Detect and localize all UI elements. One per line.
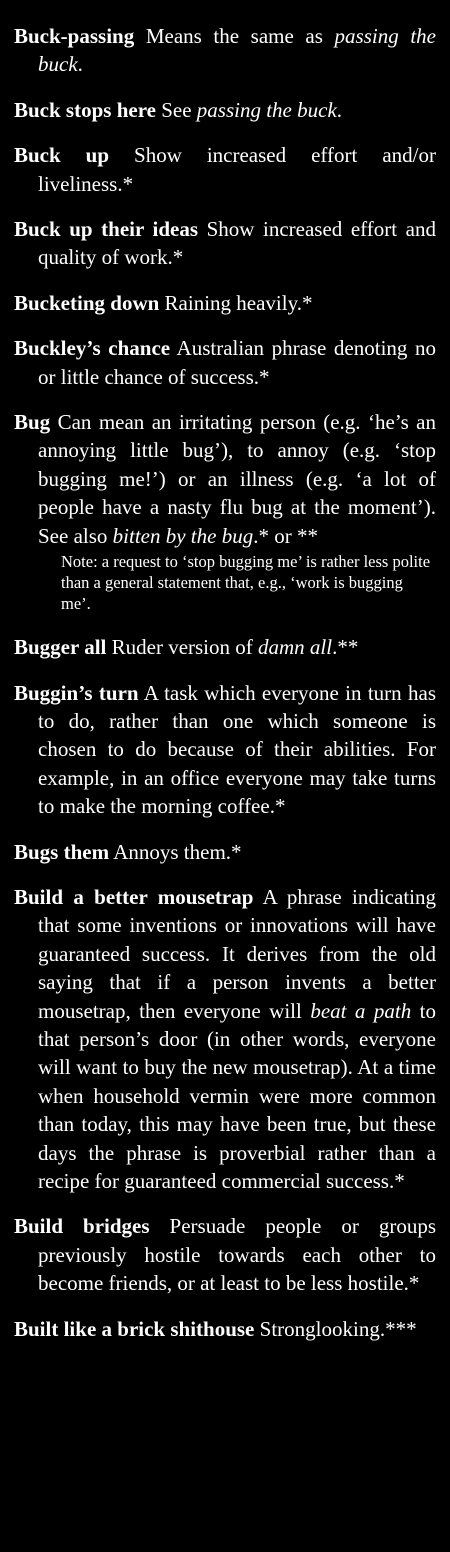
entry-definition: Ruder version of <box>106 635 259 660</box>
entry-term: Build bridges <box>14 1214 150 1239</box>
dictionary-entry: Buggin’s turn A task which everyone in t… <box>14 679 436 821</box>
entry-cross-reference: bitten by the bug <box>112 523 254 548</box>
entry-term: Bug <box>14 410 51 435</box>
entry-term: Buggin’s turn <box>14 680 139 705</box>
entry-term: Bugs them <box>14 839 110 864</box>
entry-term: Buck up <box>14 143 110 168</box>
entry-definition: . <box>336 97 343 122</box>
entry-note: Note: a request to ‘stop bugging me’ is … <box>61 552 431 614</box>
entry-term: Bucketing down <box>14 290 160 315</box>
entry-term: Build a better mousetrap <box>14 884 254 909</box>
dictionary-entry: Buck up their ideas Show increased effor… <box>14 215 436 272</box>
entry-term: Buck up their ideas <box>14 217 199 242</box>
dictionary-entry: Buck stops here See passing the buck. <box>14 96 436 124</box>
entry-definition: .** <box>332 635 359 660</box>
entry-definition: Annoys them.* <box>109 839 242 864</box>
dictionary-page: Buck-passing Means the same as passing t… <box>0 0 450 1343</box>
dictionary-entry: Bugger all Ruder version of damn all.** <box>14 633 436 661</box>
dictionary-entry: Build bridges Persuade people or groups … <box>14 1212 436 1297</box>
entry-definition: See <box>155 97 197 122</box>
entry-definition: Strong­looking.*** <box>254 1316 417 1341</box>
entry-definition: Raining heavily.* <box>159 290 313 315</box>
dictionary-entry: Bugs them Annoys them.* <box>14 838 436 866</box>
dictionary-entry: Build a better mousetrap A phrase indi­c… <box>14 883 436 1195</box>
dictionary-entry: Buck-passing Means the same as passing t… <box>14 22 436 79</box>
entry-term: Buckley’s chance <box>14 336 171 361</box>
entry-definition: Means the same as <box>134 24 335 48</box>
dictionary-entry: Buck up Show increased effort and/or liv… <box>14 141 436 198</box>
dictionary-entry: Bug Can mean an irritating person (e.g. … <box>14 408 436 550</box>
dictionary-entry: Built like a brick shithouse Strong­look… <box>14 1315 436 1343</box>
entry-definition: . <box>77 52 83 77</box>
entry-term: Built like a brick shithouse <box>14 1316 255 1341</box>
entry-term: Buck-passing <box>14 24 135 48</box>
entry-term: Bugger all <box>14 635 107 660</box>
entry-term: Buck stops here <box>14 97 156 122</box>
entry-cross-reference: beat a path <box>310 998 412 1023</box>
entry-cross-reference: damn all <box>258 635 333 660</box>
entry-cross-reference: passing the buck <box>196 97 337 122</box>
entry-definition: to that person’s door (in other words, e… <box>38 998 436 1193</box>
dictionary-entry: Bucketing down Raining heavily.* <box>14 289 436 317</box>
entry-definition: .* or ** <box>253 523 318 548</box>
dictionary-entry: Buckley’s chance Australian phrase denot… <box>14 334 436 391</box>
